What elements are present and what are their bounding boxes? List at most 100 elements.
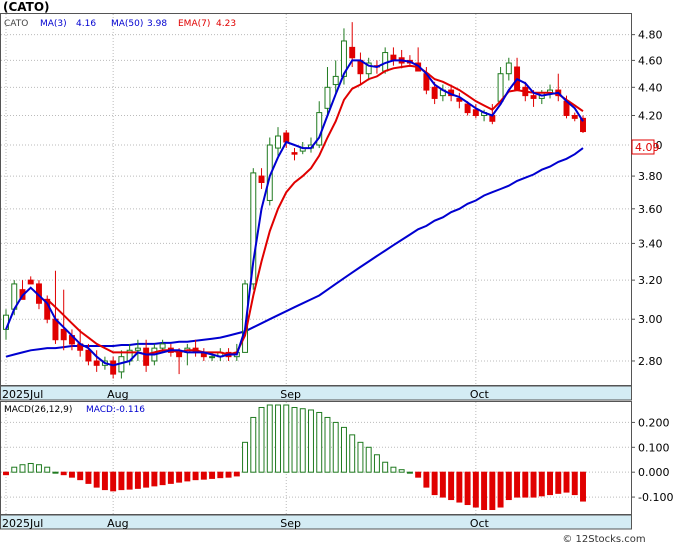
macd-bar	[555, 471, 562, 494]
macd-bar	[538, 471, 545, 497]
macd-bar	[472, 471, 479, 508]
macd-bar	[522, 471, 529, 498]
price-tick-label: 4.80	[638, 29, 663, 42]
macd-bar	[93, 471, 100, 488]
macd-bar	[11, 466, 18, 473]
macd-bar	[159, 471, 166, 486]
macd-bar	[530, 471, 537, 498]
macd-bar	[68, 471, 75, 478]
macd-bar	[571, 471, 578, 496]
macd-bar	[3, 471, 9, 476]
macd-bar	[209, 471, 216, 479]
macd-tick-label: 0.100	[638, 441, 670, 454]
legend-ma3-label: MA(3)	[40, 19, 67, 29]
candle-body	[27, 279, 34, 285]
watermark: © 12Stocks.com	[562, 534, 645, 545]
candle-body	[431, 86, 438, 99]
macd-bar	[275, 404, 281, 473]
last-price-label: 4.09	[635, 141, 660, 154]
macd-tick-label: 0.200	[638, 416, 670, 429]
candle-body	[505, 62, 512, 75]
candle-body	[134, 347, 141, 351]
candle-body	[464, 103, 471, 114]
macd-bar	[27, 462, 34, 473]
macd-bar	[258, 406, 265, 473]
macd-bar	[373, 454, 380, 473]
macd-bar	[431, 471, 438, 496]
candle-body	[283, 132, 290, 143]
macd-bar	[316, 411, 323, 473]
chart-symbol: (CATO)	[3, 0, 50, 14]
legend-ma3-value: 4.16	[76, 19, 96, 29]
candle-body	[52, 318, 59, 341]
macd-bar	[406, 471, 413, 474]
macd-bar	[52, 471, 59, 474]
macd-bar	[85, 471, 92, 484]
macd-bar	[489, 471, 496, 511]
date-label: Sep	[280, 388, 301, 401]
date-label: 2025Jul	[2, 388, 43, 401]
candle-body	[159, 343, 166, 349]
macd-y-axis: -0.100 0.000 0.100 0.200	[631, 416, 673, 504]
macd-bar	[126, 471, 133, 490]
date-label: Oct	[470, 388, 490, 401]
macd-bar	[167, 471, 174, 484]
macd-bar	[291, 406, 298, 473]
macd-bar	[44, 466, 51, 473]
price-tick-label: 2.80	[638, 355, 663, 368]
candle-body	[60, 328, 67, 341]
candle-body	[332, 75, 339, 86]
macd-bar	[176, 471, 183, 483]
macd-bar	[134, 471, 141, 489]
candle-body	[93, 360, 100, 366]
candle-body	[497, 73, 504, 102]
candle-body	[571, 114, 578, 119]
price-panel-frame	[0, 13, 632, 386]
macd-bar	[365, 446, 372, 473]
price-tick-label: 3.80	[638, 170, 663, 183]
macd-bar	[192, 471, 199, 481]
macd-bar	[283, 404, 290, 473]
macd-bar	[464, 471, 471, 506]
macd-bar	[60, 471, 67, 476]
price-tick-label: 3.60	[638, 203, 663, 216]
macd-bar	[266, 404, 273, 473]
candle-body	[291, 152, 298, 155]
macd-bar	[77, 471, 84, 481]
stock-chart: 2.803.003.203.403.603.804.004.204.404.60…	[0, 0, 673, 545]
legend-ticker: CATO	[4, 19, 28, 29]
macd-bar	[580, 471, 586, 502]
macd-bar	[184, 471, 191, 482]
macd-bar	[225, 471, 232, 478]
price-tick-label: 3.20	[638, 274, 663, 287]
macd-bar	[398, 469, 405, 473]
candle-body	[110, 360, 117, 375]
candle-body	[143, 347, 150, 366]
macd-bar	[19, 464, 26, 473]
date-label: 2025Jul	[2, 517, 43, 530]
candle-body	[472, 109, 479, 116]
macd-bar	[308, 409, 314, 473]
price-date-band	[0, 385, 632, 401]
macd-bar	[332, 421, 339, 473]
macd-bar	[217, 471, 224, 479]
macd-bar	[423, 471, 430, 488]
price-tick-label: 4.40	[638, 81, 663, 94]
macd-bar	[448, 471, 455, 501]
macd-bar	[439, 471, 446, 498]
macd-bar	[349, 434, 356, 473]
macd-bar	[35, 464, 42, 473]
macd-bar	[547, 471, 554, 496]
macd-tick-label: -0.100	[638, 491, 673, 504]
legend-ema7-label: EMA(7)	[178, 19, 210, 29]
price-y-axis: 2.803.003.203.403.603.804.004.204.404.60…	[631, 29, 663, 368]
macd-legend-value: MACD:-0.116	[86, 405, 145, 415]
macd-bar	[340, 426, 347, 473]
macd-bar	[151, 471, 158, 487]
macd-date-band	[0, 514, 632, 530]
legend-ema7-value: 4.23	[216, 19, 236, 29]
candle-body	[85, 349, 92, 362]
date-label: Oct	[470, 517, 490, 530]
macd-bar	[390, 466, 397, 473]
macd-bar	[250, 416, 257, 473]
